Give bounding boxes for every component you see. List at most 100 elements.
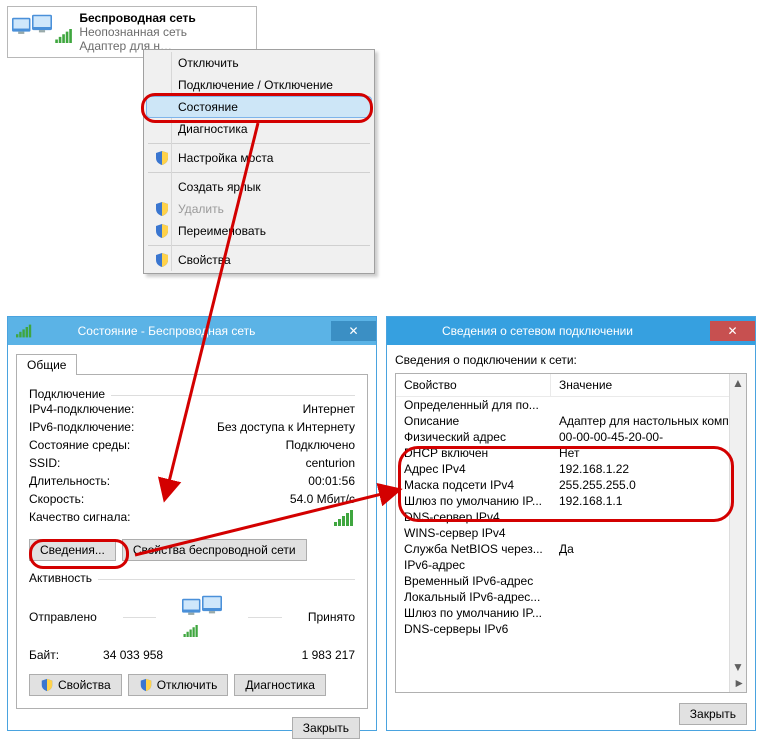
close-button[interactable]: ✕ <box>331 321 376 341</box>
value-cell <box>551 590 746 604</box>
value-cell: Адаптер для настольных компьюте <box>551 414 746 428</box>
ipv6-value: Без доступа к Интернету <box>217 420 355 434</box>
table-row[interactable]: IPv6-адрес <box>396 557 746 573</box>
menu-item[interactable]: Настройка моста <box>146 147 372 169</box>
property-cell: Определенный для по... <box>396 398 551 412</box>
property-cell: Шлюз по умолчанию IP... <box>396 606 551 620</box>
table-row[interactable]: Локальный IPv6-адрес... <box>396 589 746 605</box>
table-row[interactable]: Шлюз по умолчанию IP... <box>396 605 746 621</box>
details-title: Сведения о сетевом подключении <box>395 324 710 338</box>
property-cell: Локальный IPv6-адрес... <box>396 590 551 604</box>
ipv4-value: Интернет <box>303 402 355 416</box>
menu-item[interactable]: Состояние <box>146 96 372 118</box>
close-button[interactable]: Закрыть <box>679 703 747 725</box>
table-row[interactable]: Определенный для по... <box>396 397 746 413</box>
status-panel: Подключение IPv4-подключение: Интернет IP… <box>16 374 368 709</box>
table-row[interactable]: Шлюз по умолчанию IP...192.168.1.1 <box>396 493 746 509</box>
menu-item-label: Состояние <box>178 100 238 114</box>
details-button[interactable]: Сведения... <box>29 539 116 561</box>
menu-item-label: Подключение / Отключение <box>178 78 333 92</box>
table-row[interactable]: DNS-серверы IPv6 <box>396 621 746 637</box>
value-cell <box>551 526 746 540</box>
media-label: Состояние среды: <box>29 438 130 452</box>
table-row[interactable]: Физический адрес00-00-00-45-20-00- <box>396 429 746 445</box>
scroll-up-icon[interactable]: ▲ <box>730 374 746 391</box>
recv-label: Принято <box>308 610 355 624</box>
menu-item[interactable]: Создать ярлык <box>146 176 372 198</box>
signal-label: Качество сигнала: <box>29 510 130 529</box>
value-cell: 192.168.1.1 <box>551 494 746 508</box>
properties-button[interactable]: Свойства <box>29 674 122 696</box>
menu-item-label: Удалить <box>178 202 224 216</box>
scroll-right-icon[interactable]: ▼ <box>730 676 747 692</box>
property-cell: Физический адрес <box>396 430 551 444</box>
table-row[interactable]: Адрес IPv4192.168.1.22 <box>396 461 746 477</box>
table-row[interactable]: ОписаниеАдаптер для настольных компьюте <box>396 413 746 429</box>
bytes-sent: 34 033 958 <box>59 648 207 662</box>
menu-item[interactable]: Свойства <box>146 249 372 271</box>
bytes-recv: 1 983 217 <box>207 648 355 662</box>
duration-label: Длительность: <box>29 474 110 488</box>
value-cell: Нет <box>551 446 746 460</box>
shield-icon <box>154 201 170 220</box>
property-cell: WINS-сервер IPv4 <box>396 526 551 540</box>
scroll-down-icon[interactable]: ▼ <box>730 658 746 675</box>
value-cell <box>551 622 746 636</box>
property-cell: DNS-сервер IPv4 <box>396 510 551 524</box>
status-title: Состояние - Беспроводная сеть <box>32 324 331 338</box>
property-cell: Шлюз по умолчанию IP... <box>396 494 551 508</box>
scrollbar[interactable]: ▲ ▼ ▼ <box>729 374 746 692</box>
details-list[interactable]: Свойство Значение Определенный для по...… <box>395 373 747 693</box>
table-row[interactable]: Служба NetBIOS через...Да <box>396 541 746 557</box>
menu-item[interactable]: Отключить <box>146 52 372 74</box>
speed-value: 54.0 Мбит/с <box>290 492 355 506</box>
menu-item[interactable]: Переименовать <box>146 220 372 242</box>
property-cell: Временный IPv6-адрес <box>396 574 551 588</box>
menu-item[interactable]: Подключение / Отключение <box>146 74 372 96</box>
shield-icon <box>154 150 170 169</box>
details-titlebar[interactable]: Сведения о сетевом подключении ✕ <box>387 317 755 345</box>
connection-tooltip-text: Беспроводная сеть Неопознанная сеть Адап… <box>79 11 195 53</box>
value-cell: 255.255.255.0 <box>551 478 746 492</box>
activity-icon <box>182 594 222 640</box>
ipv6-label: IPv6-подключение: <box>29 420 134 434</box>
property-cell: Адрес IPv4 <box>396 462 551 476</box>
connection-status: Неопознанная сеть <box>79 25 187 39</box>
context-menu: Отключить Подключение / Отключение Состоян… <box>143 49 375 274</box>
table-row[interactable]: DNS-сервер IPv4 <box>396 509 746 525</box>
group-activity: Активность <box>29 571 98 585</box>
menu-item-label: Создать ярлык <box>178 180 261 194</box>
property-cell: Маска подсети IPv4 <box>396 478 551 492</box>
diagnostics-button[interactable]: Диагностика <box>234 674 326 696</box>
menu-item[interactable]: Диагностика <box>146 118 372 140</box>
sent-label: Отправлено <box>29 610 97 624</box>
status-window: Состояние - Беспроводная сеть ✕ Общие По… <box>7 316 377 731</box>
table-row[interactable]: DHCP включенНет <box>396 445 746 461</box>
value-cell: 192.168.1.22 <box>551 462 746 476</box>
menu-item-label: Свойства <box>178 253 231 267</box>
property-cell: Служба NetBIOS через... <box>396 542 551 556</box>
property-cell: IPv6-адрес <box>396 558 551 572</box>
shield-icon <box>154 223 170 242</box>
table-row[interactable]: Временный IPv6-адрес <box>396 573 746 589</box>
status-titlebar[interactable]: Состояние - Беспроводная сеть ✕ <box>8 317 376 345</box>
menu-item-label: Отключить <box>178 56 239 70</box>
ipv4-label: IPv4-подключение: <box>29 402 134 416</box>
table-row[interactable]: WINS-сервер IPv4 <box>396 525 746 541</box>
media-value: Подключено <box>286 438 355 452</box>
details-label: Сведения о подключении к сети: <box>395 353 747 367</box>
close-button[interactable]: ✕ <box>710 321 755 341</box>
group-connection: Подключение <box>29 387 111 401</box>
signal-icon <box>16 324 32 338</box>
disable-button[interactable]: Отключить <box>128 674 229 696</box>
menu-item-label: Настройка моста <box>178 151 273 165</box>
wireless-properties-button[interactable]: Свойства беспроводной сети <box>122 539 307 561</box>
table-row[interactable]: Маска подсети IPv4255.255.255.0 <box>396 477 746 493</box>
property-cell: DNS-серверы IPv6 <box>396 622 551 636</box>
col-value[interactable]: Значение <box>551 374 620 396</box>
property-cell: DHCP включен <box>396 446 551 460</box>
col-property[interactable]: Свойство <box>396 374 551 396</box>
menu-item: Удалить <box>146 198 372 220</box>
tab-general[interactable]: Общие <box>16 354 77 375</box>
bytes-label: Байт: <box>29 648 59 662</box>
